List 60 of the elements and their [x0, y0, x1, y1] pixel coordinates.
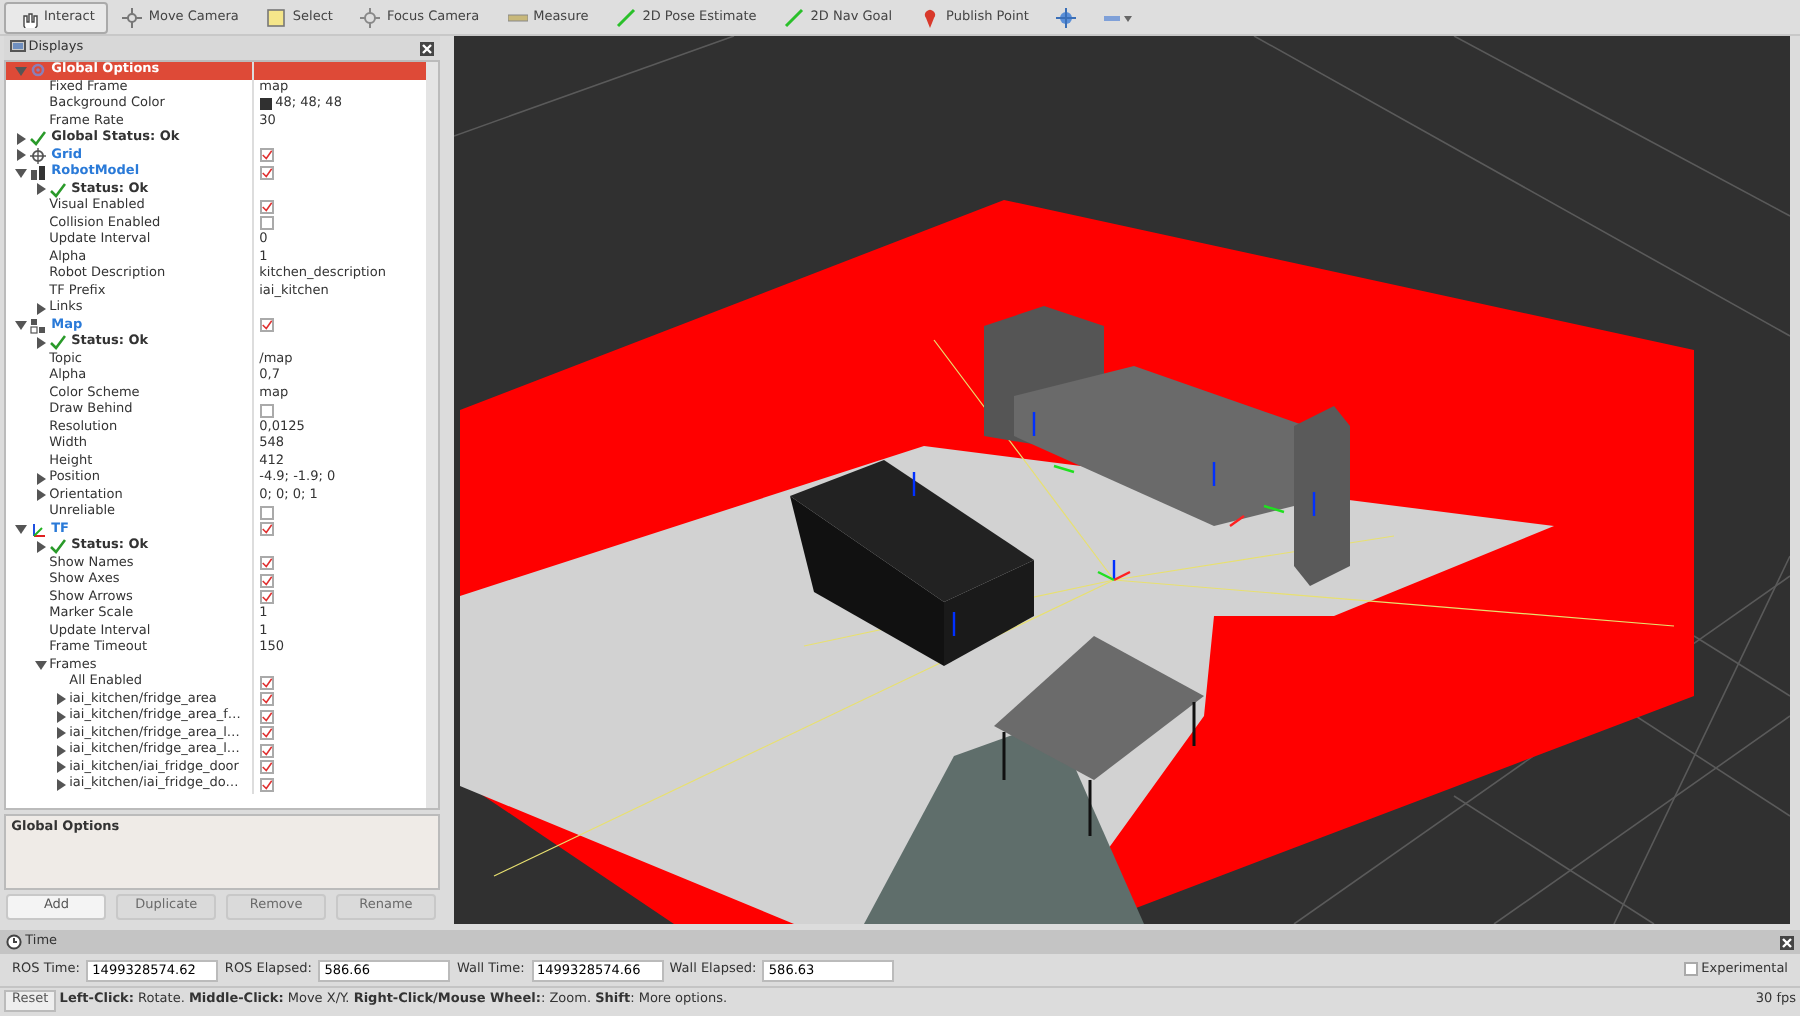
map-grid-icon: [29, 317, 46, 334]
crosshair-icon: [1056, 7, 1077, 27]
checkbox[interactable]: [259, 743, 274, 758]
checkbox[interactable]: [259, 318, 274, 333]
scrollbar[interactable]: [425, 62, 438, 808]
expand-arrow-icon[interactable]: [53, 726, 68, 741]
expand-arrow-icon[interactable]: [53, 692, 68, 707]
move-arrows-icon: [122, 7, 143, 27]
expand-arrow-icon[interactable]: [13, 148, 28, 163]
crosshair-icon: [360, 7, 381, 27]
axes-icon: [29, 521, 46, 538]
checkbox[interactable]: [1684, 962, 1699, 977]
check-icon: [29, 130, 46, 147]
checkbox[interactable]: [259, 675, 274, 690]
map-pin-icon: [920, 7, 941, 27]
check-icon: [261, 199, 272, 214]
checkbox[interactable]: [259, 692, 274, 707]
expand-arrow-icon[interactable]: [33, 539, 48, 554]
checkbox[interactable]: [259, 199, 274, 214]
checkbox[interactable]: [259, 760, 274, 775]
expand-arrow-icon[interactable]: [33, 471, 48, 486]
checkbox[interactable]: [259, 522, 274, 537]
checkbox[interactable]: [259, 148, 274, 163]
robot-arm-icon: [29, 164, 46, 181]
viewport-background[interactable]: [453, 36, 1790, 924]
checkbox[interactable]: [259, 556, 274, 571]
selection-rectangle-icon: [266, 7, 287, 27]
expand-arrow-icon[interactable]: [33, 301, 48, 316]
close-icon[interactable]: [419, 41, 434, 55]
expand-arrow-icon[interactable]: [53, 709, 68, 724]
clock-icon: [6, 934, 22, 950]
expand-arrow-icon[interactable]: [13, 131, 28, 146]
check-icon: [261, 522, 272, 537]
check-icon: [49, 334, 66, 351]
expand-arrow-icon[interactable]: [33, 182, 48, 197]
gear-icon: [29, 62, 46, 79]
checkbox[interactable]: [259, 216, 274, 231]
grid-icon: [29, 147, 46, 164]
close-icon[interactable]: [1780, 935, 1794, 949]
expand-arrow-icon[interactable]: [33, 658, 48, 673]
expand-arrow-icon[interactable]: [53, 743, 68, 758]
checkbox[interactable]: [259, 777, 274, 792]
expand-arrow-icon[interactable]: [13, 318, 28, 333]
check-icon: [49, 538, 66, 555]
checkbox[interactable]: [259, 726, 274, 741]
checkbox[interactable]: [259, 573, 274, 588]
check-icon: [49, 181, 66, 198]
checkbox[interactable]: [259, 403, 274, 418]
hand-cursor-icon: [18, 7, 38, 27]
expand-arrow-icon[interactable]: [53, 777, 68, 792]
expand-arrow-icon[interactable]: [13, 522, 28, 537]
checkbox[interactable]: [259, 505, 274, 520]
checkbox[interactable]: [259, 709, 274, 724]
checkbox[interactable]: [259, 590, 274, 605]
checkbox[interactable]: [259, 165, 274, 180]
expand-arrow-icon[interactable]: [13, 165, 28, 180]
expand-arrow-icon[interactable]: [33, 335, 48, 350]
check-icon: [261, 318, 272, 333]
expand-arrow-icon[interactable]: [53, 760, 68, 775]
expand-arrow-icon[interactable]: [33, 488, 48, 503]
